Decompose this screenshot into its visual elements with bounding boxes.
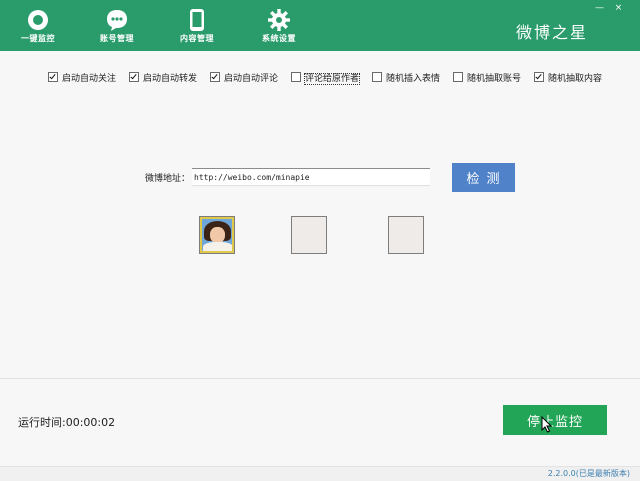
option-auto-comment[interactable]: 启动自动评论 xyxy=(210,72,278,86)
nav-content-management[interactable]: 内容管理 xyxy=(167,0,227,51)
image-slot-empty[interactable] xyxy=(388,216,424,254)
chat-icon xyxy=(107,10,127,31)
checkbox-icon[interactable] xyxy=(129,72,139,82)
weibo-url-label: 微博地址： xyxy=(145,174,191,184)
top-nav-bar: 一键监控 账号管理 内容管理 系统设置 微博之星 — × xyxy=(0,0,640,51)
option-label: 随机插入表情 xyxy=(386,74,441,84)
option-label: 启动自动关注 xyxy=(62,74,117,84)
checkbox-icon[interactable] xyxy=(534,72,544,82)
option-auto-repost[interactable]: 启动自动转发 xyxy=(129,72,197,86)
checkbox-icon[interactable] xyxy=(372,72,382,82)
status-bar: 2.2.0.0(已是最新版本) xyxy=(0,466,640,481)
close-button[interactable]: × xyxy=(612,3,625,13)
option-random-content[interactable]: 随机抽取内容 xyxy=(534,72,602,86)
stop-monitor-button[interactable]: 停止监控 xyxy=(503,405,607,435)
app-brand-title: 微博之星 xyxy=(515,23,588,42)
option-label: 评论给原作者 xyxy=(303,73,361,85)
circle-icon xyxy=(28,10,48,30)
checkbox-icon[interactable] xyxy=(453,72,463,82)
nav-label: 账号管理 xyxy=(100,34,134,43)
checkbox-icon[interactable] xyxy=(210,72,220,82)
option-auto-follow[interactable]: 启动自动关注 xyxy=(48,72,116,86)
option-label: 启动自动评论 xyxy=(224,74,279,84)
runtime-text: 运行时间:00:00:02 xyxy=(18,416,116,429)
nav-one-click-monitor[interactable]: 一键监控 xyxy=(8,0,68,51)
weibo-url-input[interactable] xyxy=(192,168,430,186)
checkbox-icon[interactable] xyxy=(48,72,58,82)
nav-label: 一键监控 xyxy=(21,34,55,43)
image-slot-empty[interactable] xyxy=(291,216,327,254)
option-random-account[interactable]: 随机抽取账号 xyxy=(453,72,521,86)
minimize-button[interactable]: — xyxy=(593,3,606,13)
detect-button[interactable]: 检测 xyxy=(452,163,515,192)
divider xyxy=(0,378,640,379)
avatar-thumbnail[interactable] xyxy=(199,216,235,254)
phone-icon xyxy=(190,9,204,31)
option-random-emoji[interactable]: 随机插入表情 xyxy=(372,72,440,86)
mouse-cursor-icon xyxy=(541,416,552,433)
option-label: 随机抽取内容 xyxy=(548,74,603,84)
version-text: 2.2.0.0(已是最新版本) xyxy=(547,469,630,478)
option-comment-to-author[interactable]: 评论给原作者 xyxy=(291,72,361,86)
option-label: 随机抽取账号 xyxy=(467,74,522,84)
nav-label: 内容管理 xyxy=(180,34,214,43)
checkbox-icon[interactable] xyxy=(291,72,301,82)
nav-label: 系统设置 xyxy=(262,34,296,43)
option-label: 启动自动转发 xyxy=(143,74,198,84)
gear-icon xyxy=(268,9,290,31)
nav-system-settings[interactable]: 系统设置 xyxy=(249,0,309,51)
nav-account-management[interactable]: 账号管理 xyxy=(87,0,147,51)
